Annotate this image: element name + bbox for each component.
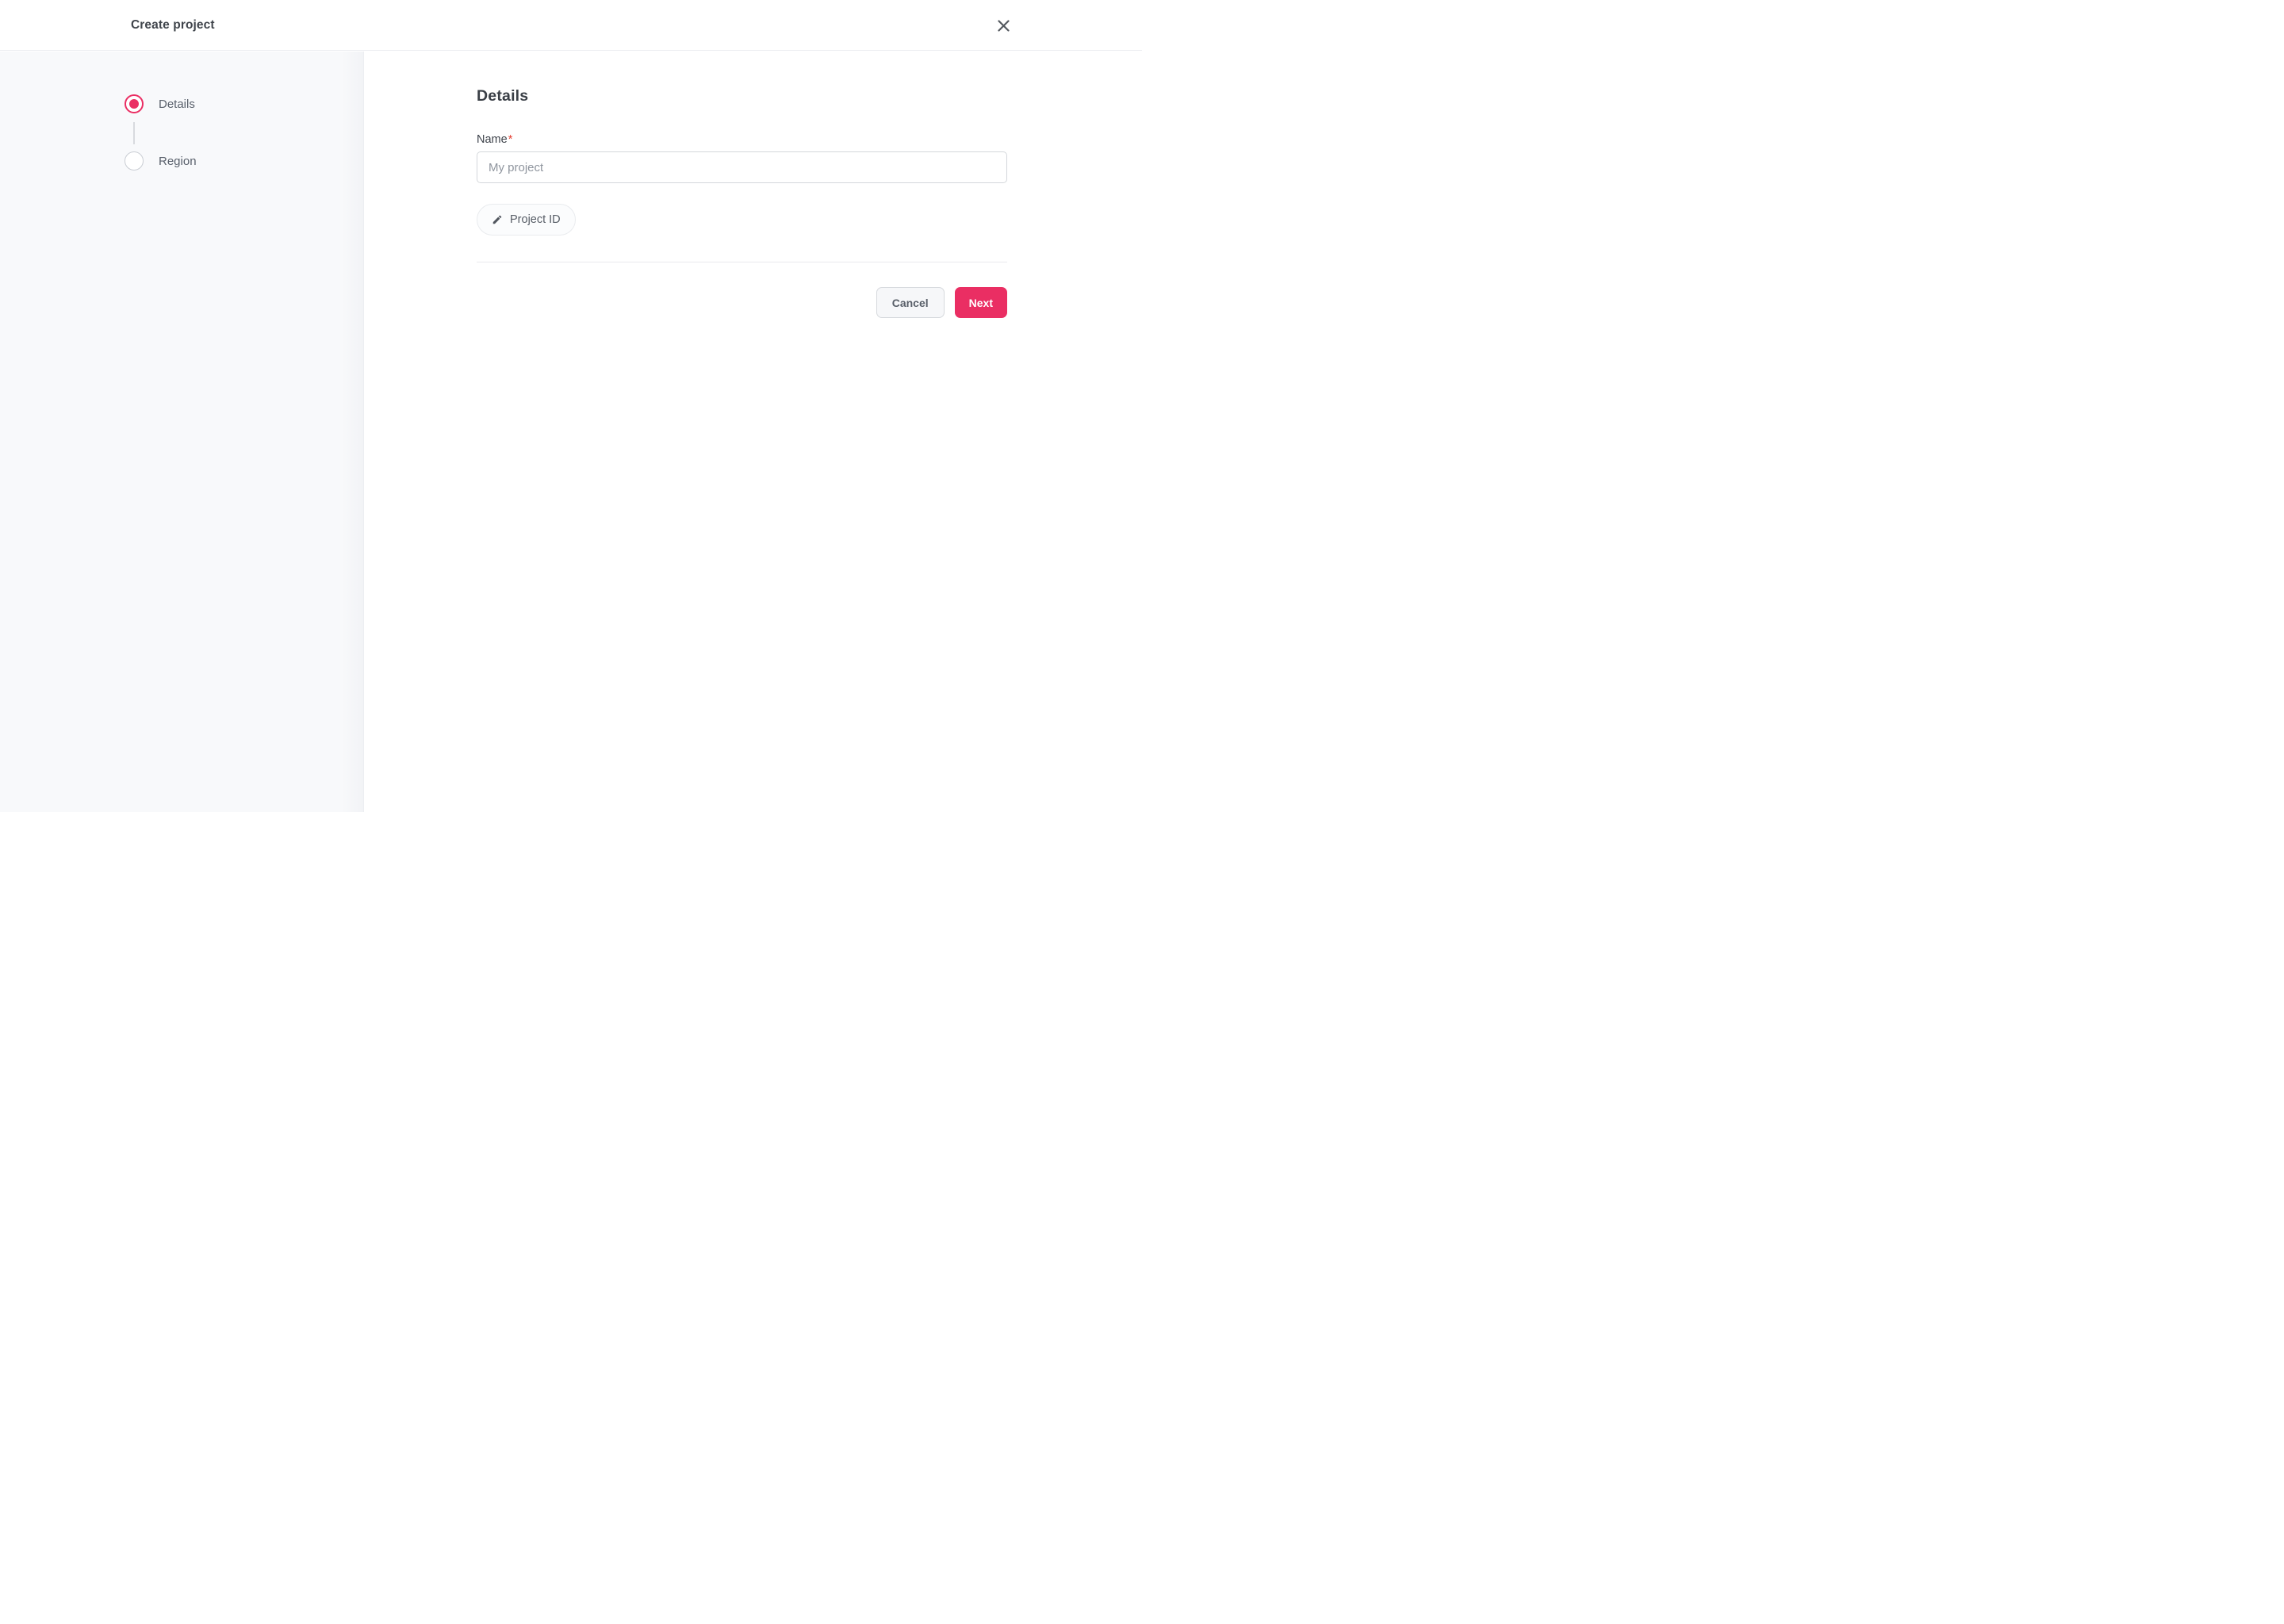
next-button[interactable]: Next	[954, 287, 1007, 318]
cancel-button[interactable]: Cancel	[876, 287, 945, 318]
name-label: Name*	[477, 133, 512, 146]
name-label-text: Name	[477, 133, 508, 146]
create-project-dialog: Create project Details Region Details Na…	[0, 0, 1142, 812]
radio-unselected-icon	[125, 151, 144, 170]
footer-actions: Cancel Next	[876, 287, 1007, 318]
dialog-header: Create project	[0, 0, 1142, 51]
details-panel: Details Name* Project ID Cancel Next	[477, 51, 1007, 384]
radio-dot	[129, 99, 139, 109]
close-icon	[997, 19, 1010, 32]
stepper-item-details[interactable]: Details	[125, 94, 195, 113]
pencil-icon	[492, 215, 502, 224]
section-heading: Details	[477, 87, 529, 105]
project-id-button[interactable]: Project ID	[477, 204, 576, 236]
stepper-item-region[interactable]: Region	[125, 151, 197, 170]
stepper-item-label: Details	[159, 97, 195, 111]
project-name-input[interactable]	[477, 151, 1007, 183]
required-asterisk: *	[508, 133, 513, 146]
stepper-connector	[133, 122, 135, 144]
dialog-title: Create project	[131, 17, 215, 32]
stepper-item-label: Region	[159, 154, 197, 168]
stepper-sidebar: Details Region	[0, 52, 364, 812]
close-button[interactable]	[992, 14, 1014, 36]
radio-selected-icon	[125, 94, 144, 113]
project-id-button-label: Project ID	[510, 213, 561, 226]
